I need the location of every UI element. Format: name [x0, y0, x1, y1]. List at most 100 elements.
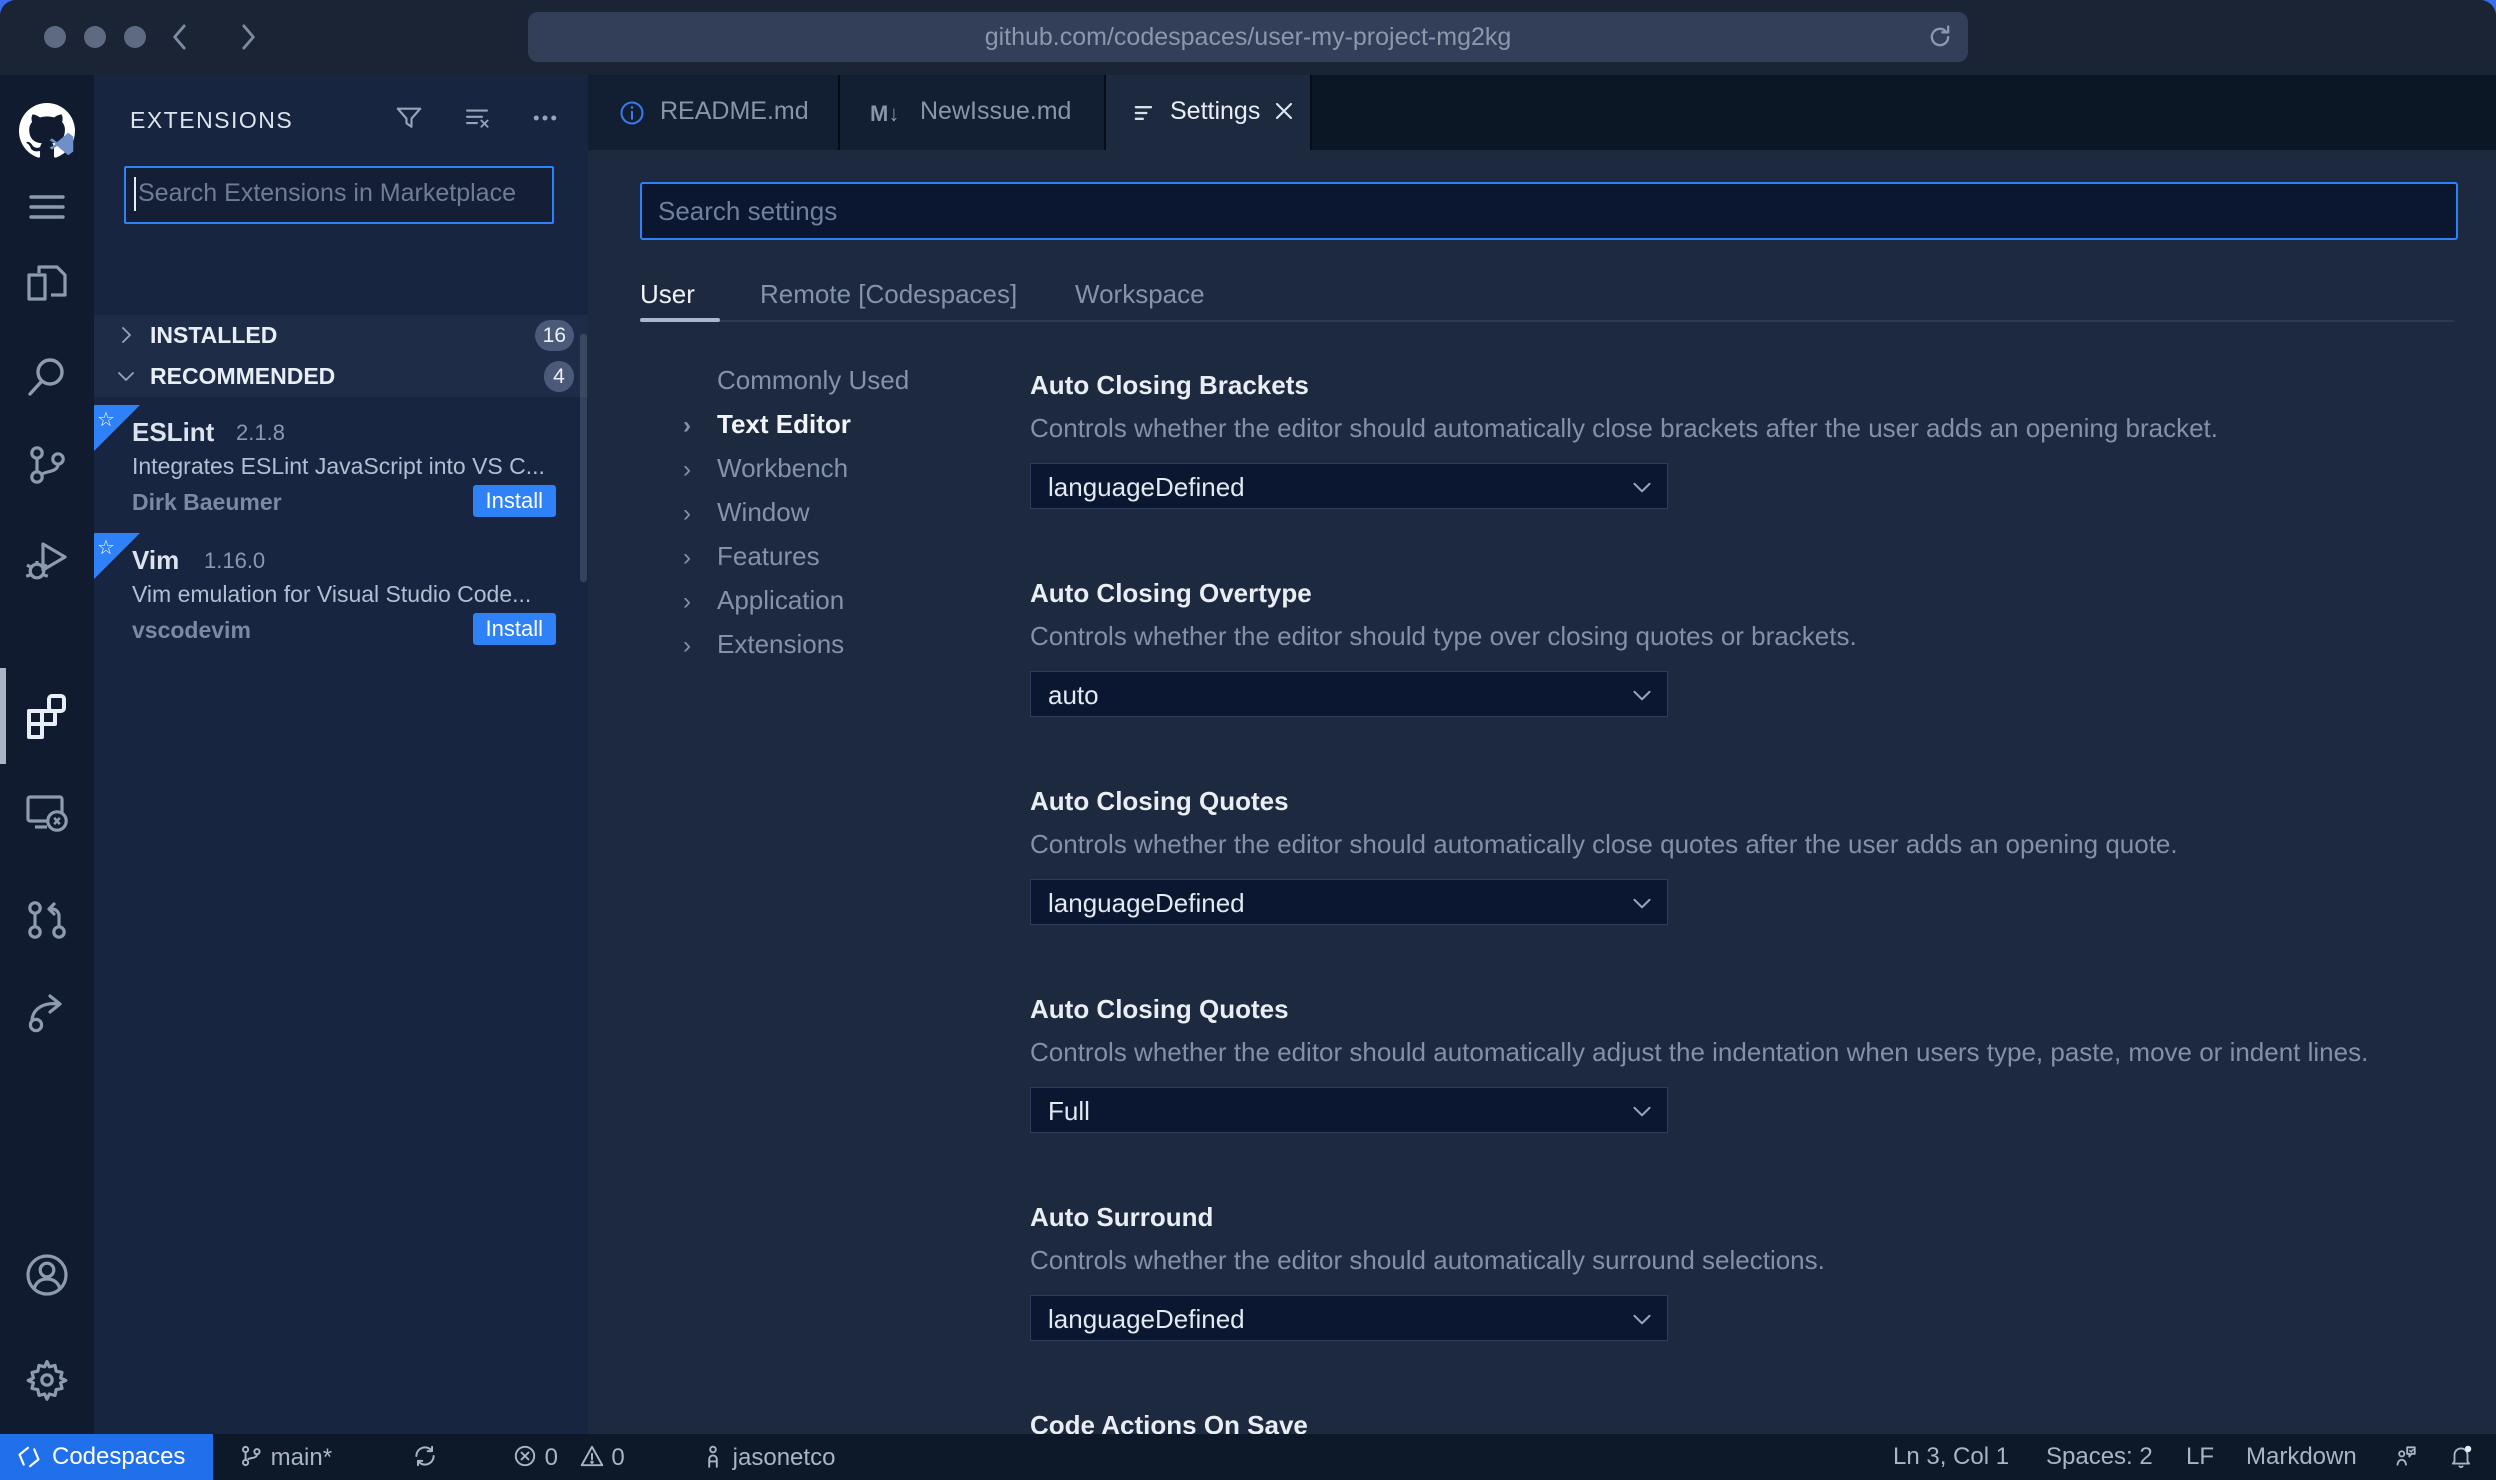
chevron-down-icon — [114, 364, 138, 388]
setting-title: Auto Closing Quotes — [1030, 786, 1289, 816]
back-arrow-icon[interactable] — [162, 18, 200, 56]
setting-title: Auto Closing Overtype — [1030, 578, 1312, 608]
source-control-icon[interactable] — [23, 441, 71, 489]
toc-item-features[interactable]: › Features — [683, 534, 1013, 578]
section-installed[interactable]: INSTALLED 16 — [94, 315, 588, 356]
menu-icon[interactable] — [23, 183, 71, 231]
settings-search-input[interactable]: Search settings — [640, 182, 2458, 240]
feedback-icon[interactable] — [2392, 1443, 2418, 1472]
problems-status-item[interactable]: 0 0 — [512, 1443, 625, 1472]
bell-icon[interactable] — [2448, 1443, 2474, 1472]
pull-requests-icon[interactable] — [23, 896, 71, 944]
install-button[interactable]: Install — [472, 485, 556, 517]
setting-description: Controls whether the editor should autom… — [1030, 413, 2219, 443]
toc-item-text-editor[interactable]: › Text Editor — [683, 402, 1013, 446]
sidebar-title: EXTENSIONS — [130, 107, 294, 133]
tab-label: README.md — [660, 97, 809, 125]
active-tab-underline — [640, 318, 720, 322]
toc-item-window[interactable]: › Window — [683, 490, 1013, 534]
share-icon[interactable] — [23, 989, 71, 1037]
setting-dropdown[interactable]: languageDefined — [1030, 463, 1668, 509]
setting-title: Auto Closing Quotes — [1030, 994, 1289, 1024]
setting-auto-surround: Auto Surround Controls whether the edito… — [1030, 1200, 2460, 1408]
tab-label: Settings — [1170, 97, 1261, 125]
branch-status-item[interactable]: main* — [238, 1443, 332, 1472]
indentation-status-item[interactable]: Spaces: 2 — [2046, 1443, 2153, 1471]
chevron-down-icon — [1629, 1098, 1655, 1124]
account-icon[interactable] — [23, 1251, 71, 1299]
setting-dropdown[interactable]: Full — [1030, 1087, 1668, 1133]
dropdown-value: languageDefined — [1048, 472, 1245, 502]
chevron-right-icon: › — [683, 544, 691, 571]
toc-item-workbench[interactable]: › Workbench — [683, 446, 1013, 490]
eol-status-item[interactable]: LF — [2186, 1443, 2214, 1471]
setting-auto-closing-brackets: Auto Closing Brackets Controls whether t… — [1030, 368, 2460, 576]
dropdown-value: auto — [1048, 680, 1099, 710]
browser-chrome: github.com/codespaces/user-my-project-mg… — [0, 0, 2496, 75]
extension-row-eslint[interactable]: ☆ ESLint 2.1.8 Integrates ESLint JavaScr… — [94, 405, 588, 533]
dropdown-value: Full — [1048, 1096, 1090, 1126]
language-status-item[interactable]: Markdown — [2246, 1443, 2357, 1471]
reload-icon[interactable] — [1926, 23, 1954, 51]
extension-name: Vim — [132, 545, 180, 575]
setting-dropdown[interactable]: languageDefined — [1030, 1295, 1668, 1341]
text-caret — [134, 177, 136, 211]
run-debug-icon[interactable] — [23, 536, 71, 584]
scope-tab-user[interactable]: User — [640, 279, 695, 310]
extension-row-vim[interactable]: ☆ Vim 1.16.0 Vim emulation for Visual St… — [94, 533, 588, 661]
extensions-search-placeholder: Search Extensions in Marketplace — [138, 179, 516, 207]
setting-title: Auto Surround — [1030, 1202, 1214, 1232]
count-badge: 16 — [534, 320, 574, 351]
url-bar[interactable]: github.com/codespaces/user-my-project-mg… — [528, 12, 1968, 62]
extension-version: 1.16.0 — [204, 548, 266, 573]
extension-version: 2.1.8 — [236, 420, 285, 445]
toc-item-extensions[interactable]: › Extensions — [683, 622, 1013, 666]
install-button[interactable]: Install — [472, 613, 556, 645]
extensions-icon[interactable] — [23, 691, 71, 739]
remote-explorer-icon[interactable] — [23, 789, 71, 837]
setting-dropdown[interactable]: auto — [1030, 671, 1668, 717]
toc-item-commonly-used[interactable]: Commonly Used — [683, 358, 1013, 402]
section-recommended[interactable]: RECOMMENDED 4 — [94, 356, 588, 397]
cursor-position-status-item[interactable]: Ln 3, Col 1 — [1893, 1443, 2009, 1471]
extensions-search-input[interactable]: Search Extensions in Marketplace — [124, 166, 554, 224]
chevron-right-icon: › — [683, 412, 691, 439]
main-area: EXTENSIONS Search Extensions in Marketpl… — [0, 75, 2496, 1434]
setting-dropdown[interactable]: languageDefined — [1030, 879, 1668, 925]
chevron-down-icon — [1629, 474, 1655, 500]
setting-auto-closing-quotes: Auto Closing Quotes Controls whether the… — [1030, 784, 2460, 992]
toc-item-application[interactable]: › Application — [683, 578, 1013, 622]
filter-icon[interactable] — [394, 103, 424, 133]
tab-newissue[interactable]: M↓ NewIssue.md — [840, 75, 1106, 150]
sidebar-scrollbar[interactable] — [580, 334, 587, 582]
scope-tab-remote[interactable]: Remote [Codespaces] — [760, 279, 1017, 310]
chevron-right-icon — [114, 323, 138, 347]
settings-list-icon — [1130, 99, 1158, 127]
error-icon — [512, 1443, 538, 1469]
forward-arrow-icon[interactable] — [228, 18, 266, 56]
scope-tab-workspace[interactable]: Workspace — [1075, 279, 1205, 310]
dropdown-value: languageDefined — [1048, 888, 1245, 918]
tab-readme[interactable]: README.md — [588, 75, 840, 150]
extension-author: vscodevim — [132, 617, 251, 643]
search-icon[interactable] — [23, 353, 71, 401]
git-branch-icon — [238, 1443, 264, 1469]
traffic-light-minimize[interactable] — [84, 26, 106, 48]
clear-all-icon[interactable] — [462, 103, 492, 133]
sync-status-item[interactable] — [412, 1443, 438, 1472]
setting-description: Controls whether the editor should autom… — [1030, 829, 2178, 859]
traffic-light-zoom[interactable] — [124, 26, 146, 48]
status-bar: Codespaces main* 0 0 jasonetco Ln 3, Col… — [0, 1434, 2496, 1480]
user-status-item[interactable]: jasonetco — [700, 1443, 835, 1472]
settings-toc: Commonly Used › Text Editor › Workbench › W… — [683, 358, 1013, 666]
setting-auto-closing-overtype: Auto Closing Overtype Controls whether t… — [1030, 576, 2460, 784]
codespaces-status-item[interactable]: Codespaces — [0, 1434, 213, 1480]
close-icon[interactable] — [1270, 97, 1298, 125]
settings-gear-icon[interactable] — [23, 1356, 71, 1404]
explorer-icon[interactable] — [23, 259, 71, 307]
traffic-light-close[interactable] — [44, 26, 66, 48]
editor-area: README.md M↓ NewIssue.md Settings Search… — [588, 75, 2496, 1434]
tab-settings[interactable]: Settings — [1106, 75, 1312, 150]
more-actions-icon[interactable] — [530, 103, 560, 133]
chevron-right-icon: › — [683, 588, 691, 615]
